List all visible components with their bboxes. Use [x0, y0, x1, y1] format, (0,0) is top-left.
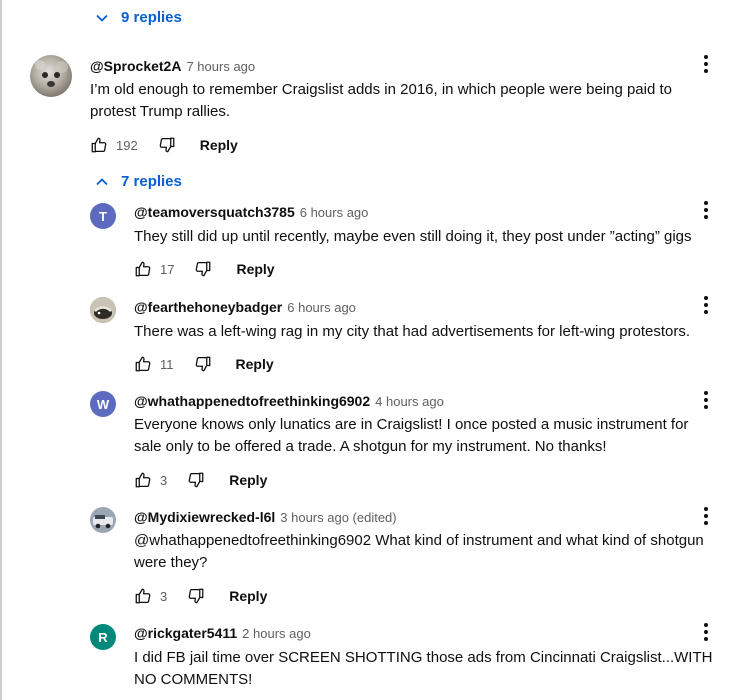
avatar[interactable] — [90, 297, 116, 323]
avatar[interactable]: T — [90, 203, 116, 229]
avatar-initial: T — [99, 208, 107, 224]
comment-author[interactable]: @Sprocket2A — [90, 58, 181, 74]
comment-timestamp[interactable]: 7 hours ago — [186, 59, 255, 74]
more-actions-button[interactable] — [700, 52, 712, 76]
reply-author[interactable]: @teamoversquatch3785 — [134, 204, 295, 220]
reply-timestamp[interactable]: 2 hours ago — [242, 626, 311, 641]
like-count: 11 — [160, 356, 174, 372]
avatar[interactable] — [90, 507, 116, 533]
more-actions-button[interactable] — [700, 620, 712, 644]
avatar-initial: R — [98, 629, 108, 645]
dislike-button[interactable] — [187, 587, 205, 605]
like-count: 17 — [160, 261, 175, 277]
reply-button[interactable]: Reply — [236, 356, 274, 372]
thumbs-up-icon — [135, 261, 151, 277]
reply-timestamp[interactable]: 4 hours ago — [375, 394, 444, 409]
reply-timestamp[interactable]: 3 hours ago (edited) — [280, 510, 396, 525]
thumbs-up-icon — [135, 356, 151, 372]
reply-author[interactable]: @whathappenedtofreethinking6902 — [134, 393, 370, 409]
more-actions-button[interactable] — [700, 293, 712, 317]
reply-button[interactable]: Reply — [229, 472, 267, 488]
show-replies-label: 9 replies — [121, 9, 182, 26]
dislike-button[interactable] — [194, 260, 212, 278]
like-count: 3 — [160, 588, 168, 604]
like-button[interactable]: 3 — [134, 587, 167, 605]
like-count: 192 — [116, 137, 138, 153]
chevron-up-icon — [96, 177, 108, 185]
reply-timestamp[interactable]: 6 hours ago — [300, 205, 369, 220]
reply-button[interactable]: Reply — [229, 588, 267, 604]
dislike-button[interactable] — [187, 471, 205, 489]
avatar[interactable] — [30, 55, 72, 97]
reply-author[interactable]: @fearthehoneybadger — [134, 299, 282, 315]
avatar[interactable]: R — [90, 624, 116, 650]
like-button[interactable]: 3 — [134, 471, 167, 489]
more-vert-icon — [704, 296, 708, 300]
dislike-button[interactable] — [194, 355, 212, 373]
show-replies-toggle[interactable]: 9 replies — [95, 9, 182, 26]
reply-text: There was a left-wing rag in my city tha… — [134, 323, 691, 340]
more-vert-icon — [704, 55, 708, 59]
reply-author[interactable]: @rickgater5411 — [134, 625, 237, 641]
more-vert-icon — [704, 391, 708, 395]
avatar[interactable]: W — [90, 391, 116, 417]
thumbs-up-icon — [135, 588, 151, 604]
like-count: 3 — [160, 472, 168, 488]
dog-photo-icon — [35, 60, 68, 87]
reply-text: I did FB jail time over SCREEN SHOTTING … — [134, 649, 713, 688]
thumbs-down-icon — [195, 356, 210, 372]
honey-badger-photo-icon — [90, 297, 116, 323]
more-vert-icon — [704, 507, 708, 511]
thumbs-down-icon — [188, 588, 204, 604]
reply-button[interactable]: Reply — [200, 137, 238, 153]
reply-text: They still did up until recently, maybe … — [134, 228, 692, 245]
reply-text: Everyone knows only lunatics are in Crai… — [134, 416, 689, 455]
more-vert-icon — [704, 623, 708, 627]
hide-replies-toggle[interactable]: 7 replies — [95, 173, 182, 190]
thumbs-down-icon — [196, 261, 211, 277]
like-button[interactable]: 17 — [134, 260, 174, 278]
thumbs-up-icon — [135, 472, 151, 488]
hide-replies-label: 7 replies — [121, 173, 182, 190]
reply-timestamp[interactable]: 6 hours ago — [287, 300, 356, 315]
more-actions-button[interactable] — [700, 388, 712, 412]
thumbs-down-icon — [159, 137, 175, 153]
dislike-button[interactable] — [158, 136, 176, 154]
thumbs-down-icon — [188, 472, 204, 488]
thumbs-up-icon — [91, 137, 107, 153]
reply-button[interactable]: Reply — [236, 261, 274, 277]
reply-author[interactable]: @Mydixiewrecked-l6l — [134, 509, 275, 525]
truck-photo-icon — [90, 507, 116, 533]
more-vert-icon — [704, 201, 708, 205]
left-edge-border — [0, 0, 2, 700]
more-actions-button[interactable] — [700, 198, 712, 222]
like-button[interactable]: 11 — [134, 355, 174, 373]
more-actions-button[interactable] — [700, 504, 712, 528]
chevron-down-icon — [96, 14, 108, 22]
like-button[interactable]: 192 — [90, 136, 138, 154]
comment-text: I’m old enough to remember Craigslist ad… — [90, 81, 673, 120]
reply-text: @whathappenedtofreethinking6902 What kin… — [134, 532, 704, 571]
avatar-initial: W — [96, 396, 110, 412]
